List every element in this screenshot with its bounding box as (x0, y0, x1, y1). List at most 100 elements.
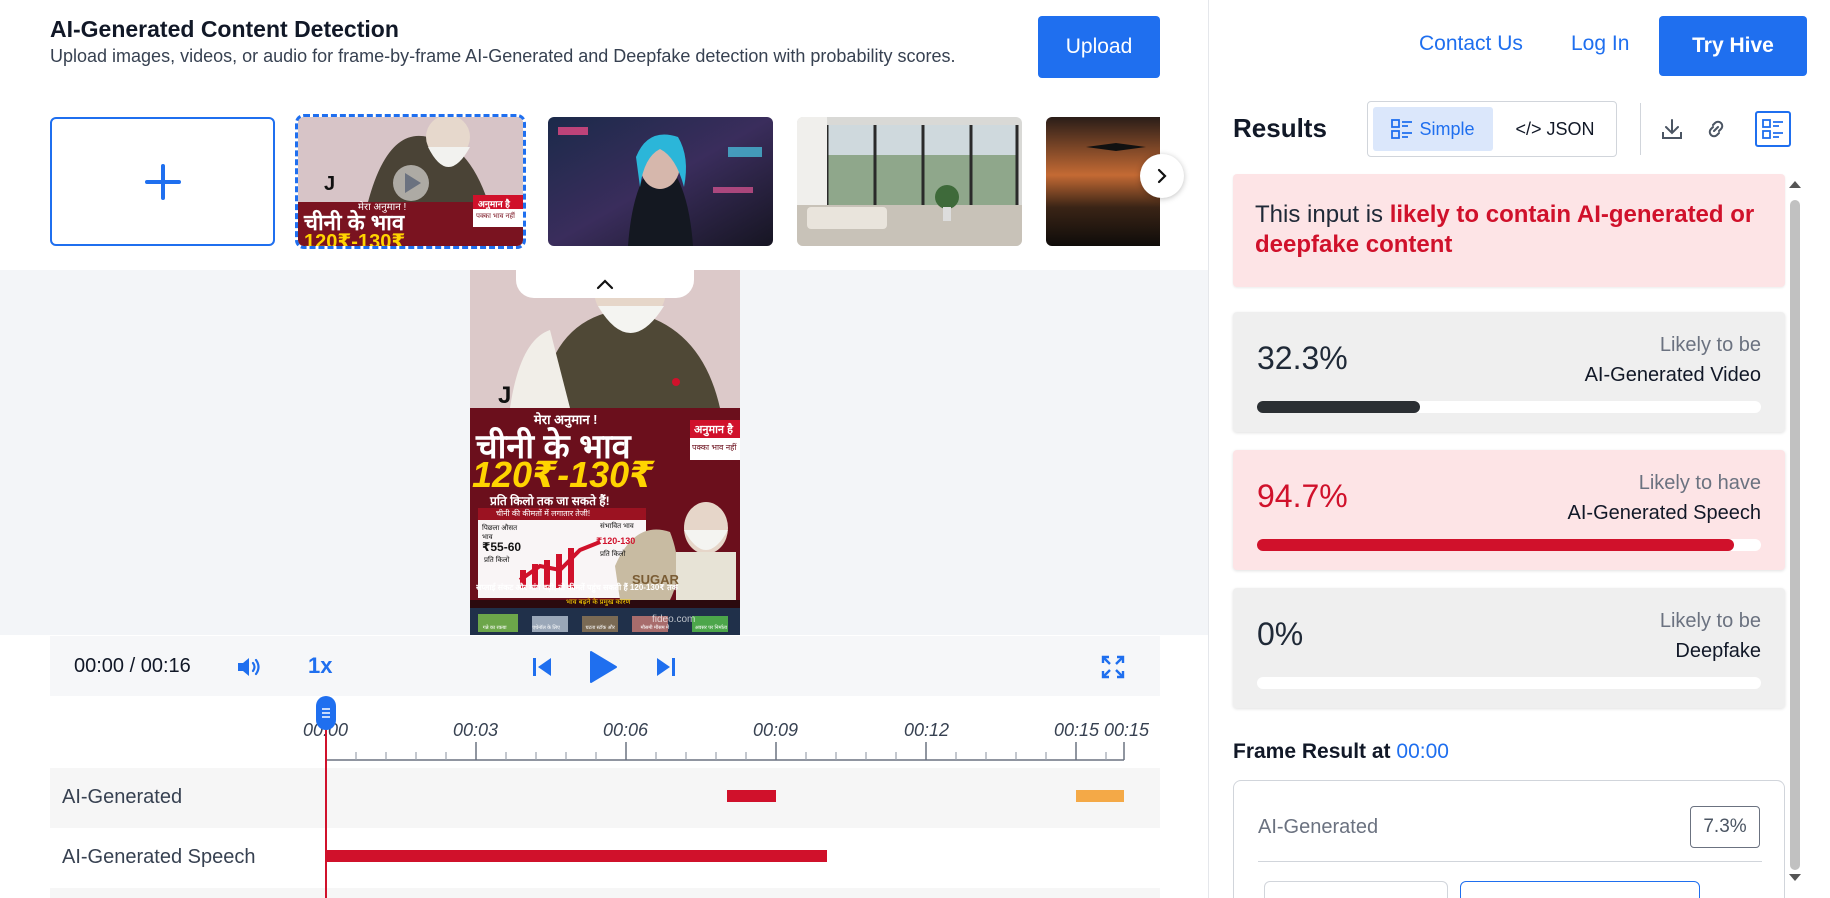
video-price: 120₹-130₹ (472, 454, 655, 495)
track-segment[interactable] (326, 850, 827, 862)
frame-subtab-active[interactable] (1460, 881, 1700, 898)
video-reason-item: गन्ने का रकबा (482, 625, 507, 631)
living-room-thumbnail-image (797, 117, 1022, 246)
frame-result-heading: Frame Result at 00:00 (1233, 740, 1449, 764)
video-reasons: गन्ने का रकबा एथेनॉल के लिए घटता स्टॉक औ… (470, 625, 740, 631)
score-percent: 32.3% (1257, 340, 1348, 376)
score-category: AI-Generated Speech (1567, 502, 1761, 524)
play-button[interactable] (584, 648, 622, 686)
download-button[interactable] (1654, 111, 1690, 147)
volume-button[interactable] (234, 652, 264, 682)
score-percent: 0% (1257, 616, 1304, 652)
track-label: AI-Generated Speech (62, 846, 256, 868)
frame-row-divider (1258, 861, 1762, 862)
thumbnail-cyberpunk-girl[interactable] (548, 117, 773, 246)
frame-result-panel: AI-Generated 7.3% (1233, 780, 1785, 898)
thumbnail-living-room[interactable] (797, 117, 1022, 246)
page-subtitle: Upload images, videos, or audio for fram… (50, 46, 956, 66)
score-card-ai-speech: 94.7% Likely to have AI-Generated Speech (1233, 450, 1785, 570)
video-watermark: fideo.com (652, 614, 696, 625)
fullscreen-icon (1101, 655, 1125, 679)
frame-result-time[interactable]: 00:00 (1396, 740, 1449, 763)
track-row-ai-generated: AI-Generated (50, 768, 1160, 828)
video-mark: J (498, 382, 512, 409)
view-simple-button[interactable]: Simple (1373, 107, 1493, 151)
link-icon (1708, 120, 1724, 138)
panel-list-icon (1762, 119, 1783, 139)
skip-back-button[interactable] (528, 653, 556, 681)
log-in-link[interactable]: Log In (1571, 32, 1629, 56)
timeline-ruler (325, 742, 1125, 761)
panel-view-button[interactable] (1755, 111, 1791, 147)
cyberpunk-thumbnail-image (548, 117, 773, 246)
verdict-prefix: This input is (1255, 201, 1390, 228)
frame-subtab[interactable] (1264, 881, 1448, 898)
upload-button[interactable]: Upload (1038, 16, 1160, 78)
thumbnail-video-selected[interactable]: J मेरा अनुमान ! चीनी के भाव 120₹-130₹ अन… (295, 114, 526, 249)
track-row-ai-generated-speech: AI-Generated Speech (50, 828, 1160, 888)
track-row-next (50, 888, 1160, 898)
scroll-down-icon (1789, 874, 1801, 881)
score-bar (1257, 677, 1761, 689)
copy-link-button[interactable] (1698, 111, 1734, 147)
video-new-unit: प्रति किलो (600, 551, 626, 558)
player-controls: 00:00 / 00:16 1x (50, 636, 1160, 696)
playhead-handle[interactable] (316, 696, 336, 730)
frame-row-label: AI-Generated (1258, 816, 1379, 838)
track-segment[interactable] (1076, 790, 1124, 802)
video-reason-item: एथेनॉल के लिए (532, 625, 560, 631)
results-scroll-thumb[interactable] (1790, 200, 1800, 870)
skip-forward-button[interactable] (652, 653, 680, 681)
video-old-price: ₹55-60 (482, 540, 522, 554)
app-root: AI-Generated Content Detection Upload im… (0, 0, 1830, 898)
score-category: Deepfake (1675, 640, 1761, 662)
contact-us-link[interactable]: Contact Us (1419, 32, 1523, 56)
play-icon (590, 651, 617, 683)
thumb-mark: J (324, 173, 336, 195)
video-badge2: पक्का भाव नहीं (692, 443, 737, 452)
skip-back-icon (533, 658, 551, 676)
verdict-banner: This input is likely to contain AI-gener… (1233, 174, 1785, 287)
score-bar-fill (1257, 539, 1735, 551)
video-new-label: संभावित भाव (600, 523, 634, 530)
playback-time: 00:00 / 00:16 (74, 655, 191, 677)
score-category: AI-Generated Video (1584, 364, 1761, 386)
add-media-button[interactable] (50, 117, 275, 246)
timeline[interactable]: 00:00 00:03 00:06 00:09 00:12 00:15 00:1… (50, 696, 1160, 898)
frame-row-value: 7.3% (1690, 806, 1760, 848)
thumbnails-next-button[interactable] (1140, 154, 1184, 198)
video-reasons-title: भाव बढ़ने के प्रमुख कारण (566, 599, 631, 606)
video-chart-caption: चीनी की कीमतों में लगातार तेजी! (496, 509, 591, 518)
frame-result-label: Frame Result at (1233, 740, 1397, 763)
chevron-right-icon (1157, 168, 1167, 184)
try-hive-button[interactable]: Try Hive (1659, 16, 1807, 76)
view-simple-label: Simple (1419, 118, 1475, 139)
score-caption: Likely to have (1638, 472, 1761, 494)
video-new-price: ₹120-130 (596, 536, 636, 546)
score-caption: Likely to be (1659, 610, 1761, 632)
video-badge1: अनुमान है (694, 424, 733, 436)
video-old-unit: प्रति किलो (484, 557, 510, 564)
video-reason-item: मौसमी मौसम में (640, 625, 670, 631)
timeline-minor-ticks (355, 752, 1107, 760)
track-segment[interactable] (727, 790, 776, 802)
fullscreen-button[interactable] (1098, 652, 1128, 682)
view-json-button[interactable]: </> JSON (1498, 107, 1612, 151)
collapse-preview-button[interactable] (516, 270, 694, 298)
drag-handle-icon (322, 708, 330, 718)
skip-forward-icon (657, 658, 675, 676)
video-preview[interactable]: J मेरा अनुमान ! अनुमान है पक्का भाव नहीं… (470, 270, 740, 635)
left-pane: AI-Generated Content Detection Upload im… (0, 0, 1208, 898)
score-caption: Likely to be (1659, 334, 1761, 356)
thumb-badge1: अनुमान है (478, 199, 510, 209)
scroll-up-icon (1789, 181, 1801, 188)
results-title: Results (1233, 113, 1327, 143)
score-bar (1257, 401, 1761, 413)
toolbar-divider (1640, 103, 1641, 155)
video-reason-item: अवसर पर निर्माता (694, 625, 728, 631)
thumb-line3: 120₹-130₹ (304, 231, 406, 246)
playback-speed-button[interactable]: 1x (308, 653, 332, 679)
view-toggle: Simple </> JSON (1367, 101, 1617, 157)
score-card-ai-video: 32.3% Likely to be AI-Generated Video (1233, 312, 1785, 432)
volume-icon (238, 658, 260, 676)
